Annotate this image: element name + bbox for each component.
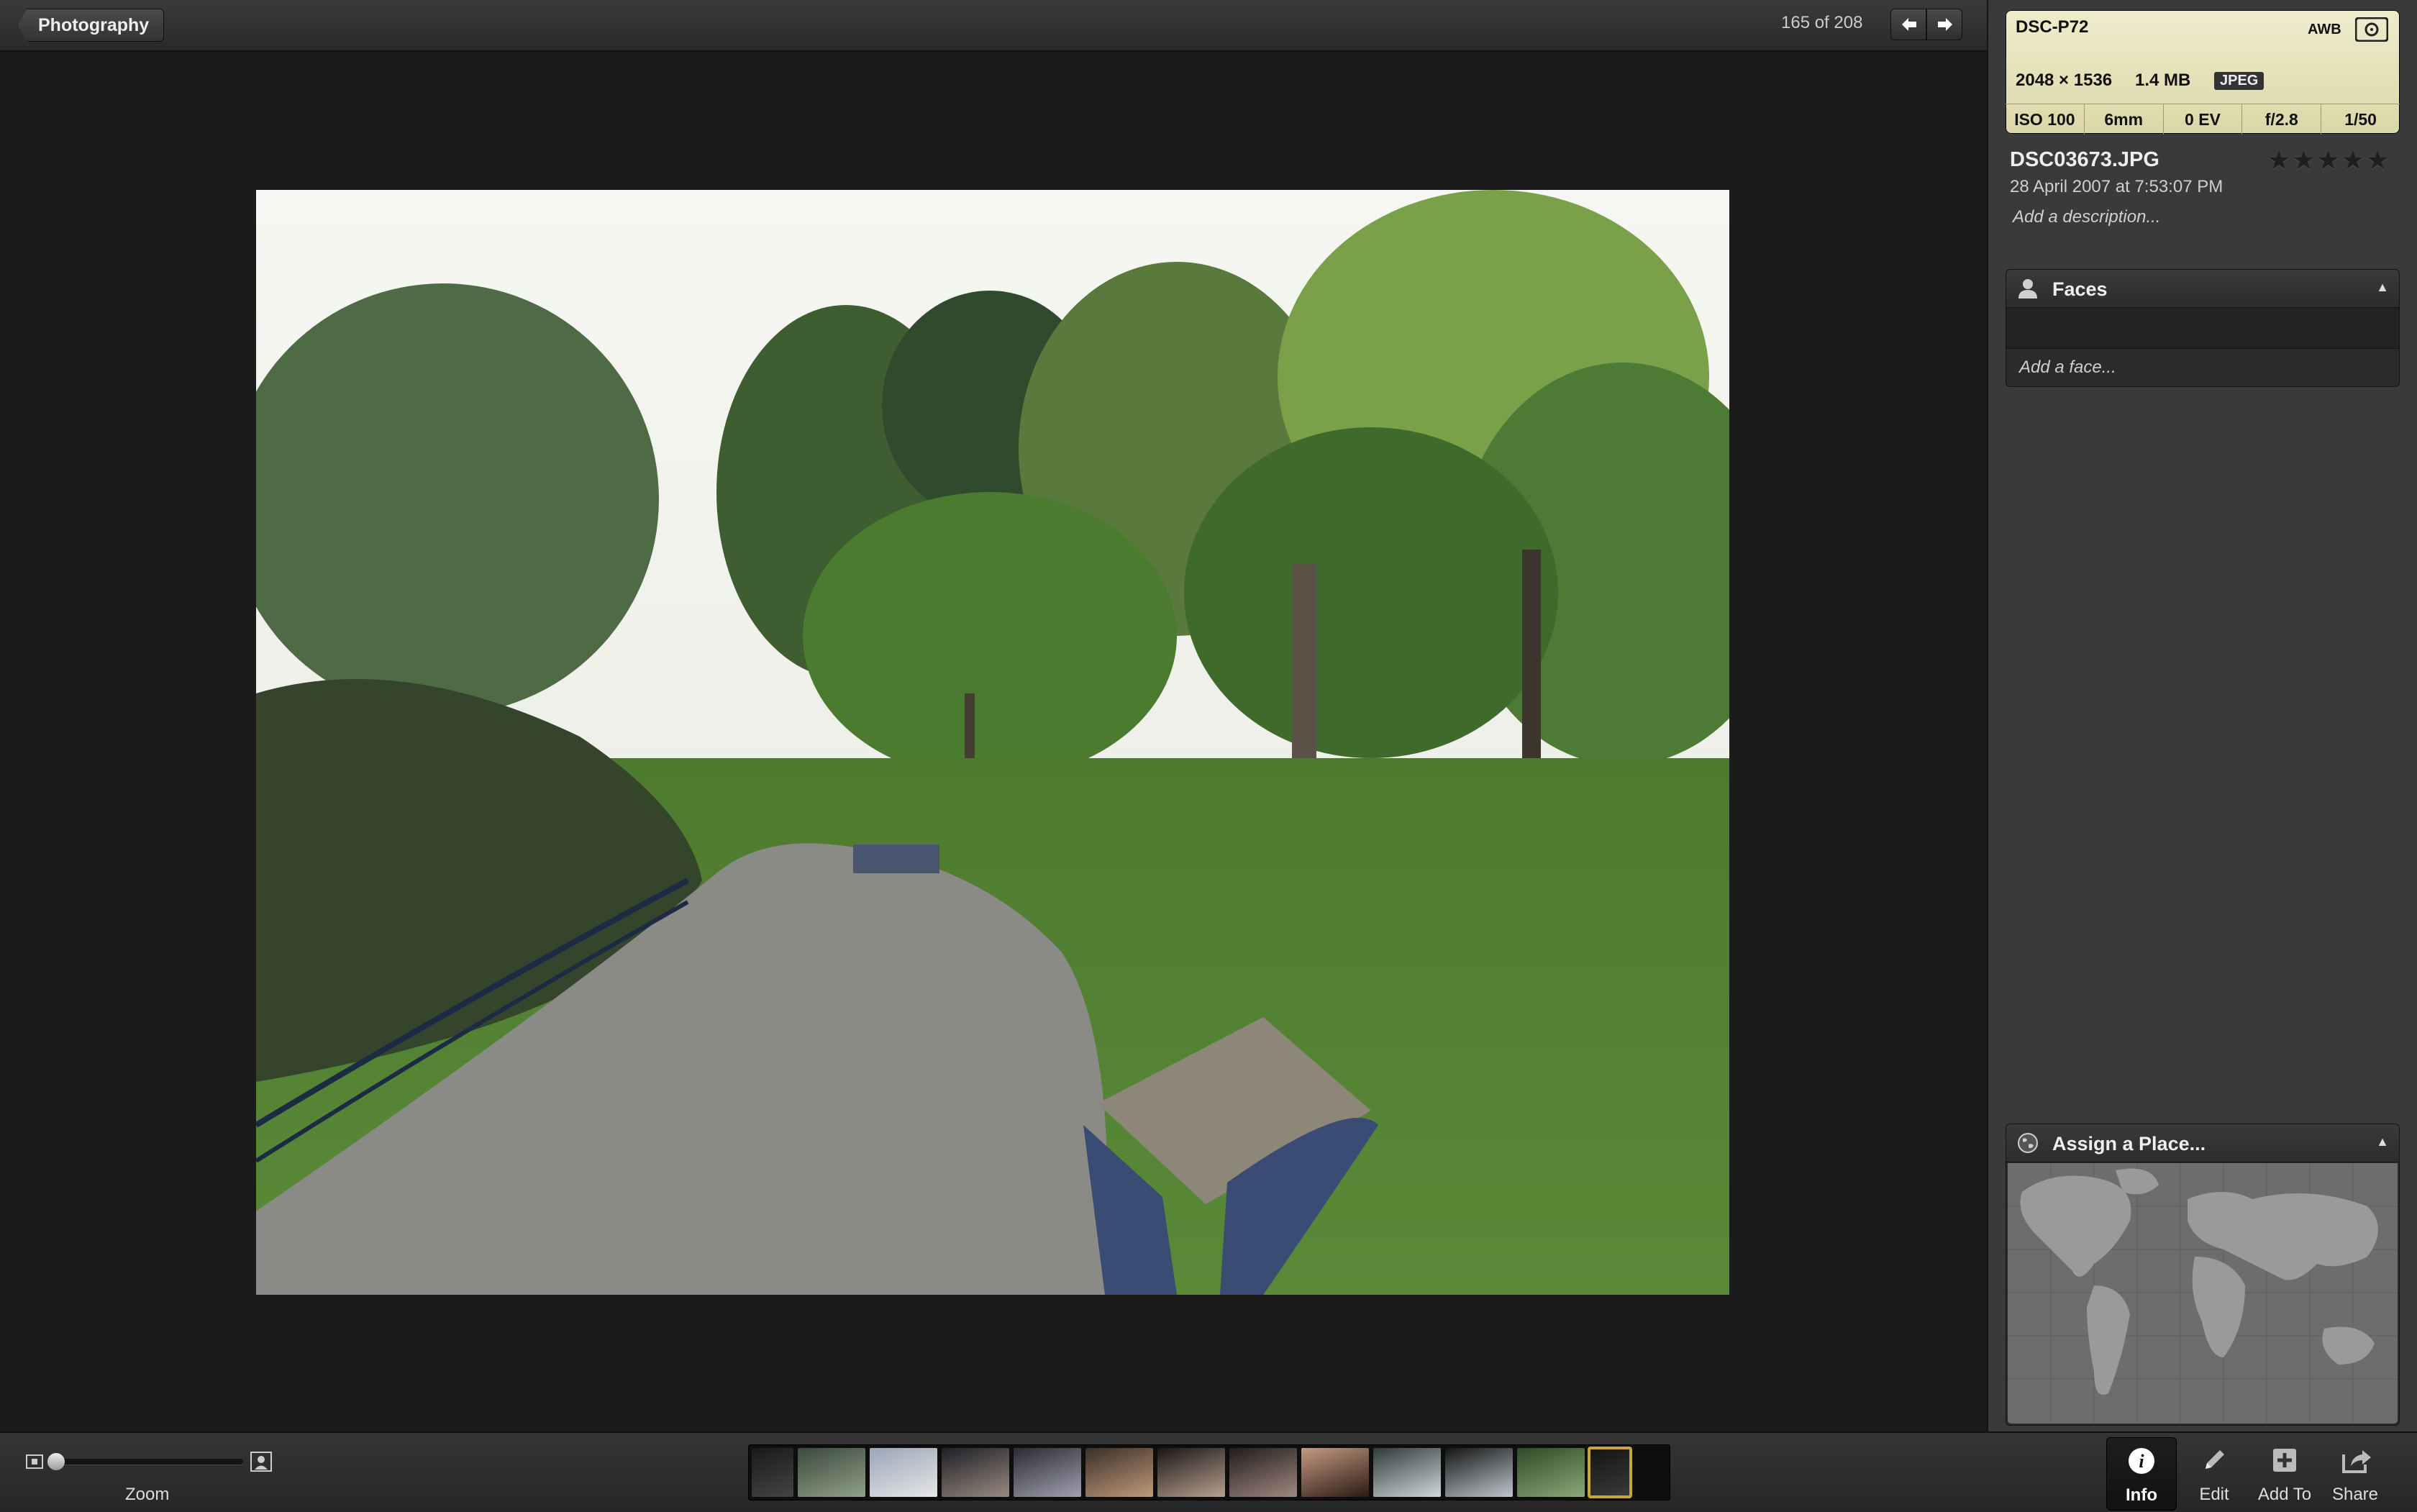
iso-value: ISO 100 [2006, 104, 2085, 135]
collapse-caret-icon[interactable]: ▲ [2376, 1134, 2389, 1149]
filmstrip-thumbnail[interactable] [1517, 1448, 1585, 1497]
next-photo-button[interactable] [1926, 9, 1962, 40]
photo-filename[interactable]: DSC03673.JPG [2010, 148, 2159, 172]
exposure-bias-value: 0 EV [2164, 104, 2243, 135]
collapse-caret-icon[interactable]: ▲ [2376, 280, 2389, 295]
photo-counter: 165 of 208 [1781, 13, 1863, 32]
file-size: 1.4 MB [2135, 70, 2191, 90]
aperture-value: f/2.8 [2242, 104, 2322, 135]
photo-viewer [0, 52, 1987, 1431]
exif-card: DSC-P72 AWB 2048 × 1536 1.4 MB JPEG ISO … [2006, 10, 2400, 135]
places-section: Assign a Place... ▲ [2006, 1124, 2400, 1426]
filmstrip-thumbnail[interactable] [1445, 1448, 1513, 1497]
world-map[interactable] [2008, 1163, 2398, 1424]
focal-length-value: 6mm [2085, 104, 2164, 135]
bottom-toolbar: Zoom i Info Edit Add To Share [0, 1431, 2417, 1512]
globe-icon [2018, 1133, 2038, 1153]
arrow-right-icon [1938, 18, 1952, 31]
main-photo[interactable] [256, 190, 1729, 1295]
back-to-album-button[interactable]: Photography [17, 9, 165, 42]
info-button[interactable]: i Info [2106, 1437, 2177, 1511]
person-icon [2018, 279, 2037, 299]
places-header[interactable]: Assign a Place... ▲ [2006, 1124, 2399, 1162]
description-field[interactable]: Add a description... [2013, 207, 2160, 227]
zoom-label: Zoom [125, 1485, 170, 1504]
filmstrip[interactable] [748, 1444, 1670, 1500]
zoom-out-icon[interactable] [26, 1454, 43, 1469]
filmstrip-thumbnail[interactable] [752, 1448, 793, 1497]
zoom-slider-knob[interactable] [47, 1453, 65, 1470]
filmstrip-thumbnail[interactable] [1229, 1448, 1297, 1497]
share-icon [2342, 1450, 2371, 1473]
filmstrip-thumbnail[interactable] [942, 1448, 1009, 1497]
shutter-speed-value: 1/50 [2344, 110, 2377, 129]
share-label: Share [2331, 1485, 2379, 1504]
faces-header[interactable]: Faces ▲ [2006, 270, 2399, 308]
info-icon: i [2129, 1448, 2154, 1474]
pencil-icon [2206, 1450, 2224, 1469]
info-label: Info [2126, 1485, 2157, 1505]
edit-label: Edit [2199, 1485, 2229, 1504]
arrow-left-icon [1902, 18, 1916, 31]
exif-settings-row: ISO 100 6mm 0 EV f/2.8 1/50 [2006, 104, 2400, 135]
star-rating[interactable]: ★★★★★ [2267, 145, 2390, 176]
filmstrip-thumbnail[interactable] [1085, 1448, 1153, 1497]
add-icon [2273, 1449, 2296, 1472]
filmstrip-thumbnail[interactable] [1301, 1448, 1369, 1497]
zoom-slider[interactable] [50, 1459, 243, 1465]
faces-list [2006, 308, 2399, 349]
edit-button[interactable]: Edit [2180, 1437, 2249, 1509]
filmstrip-thumbnail[interactable] [798, 1448, 865, 1497]
info-panel: DSC-P72 AWB 2048 × 1536 1.4 MB JPEG ISO … [1987, 0, 2417, 1431]
add-face-field[interactable]: Add a face... [2019, 357, 2116, 378]
faces-section: Faces ▲ Add a face... [2006, 269, 2400, 387]
filmstrip-thumbnail[interactable] [1373, 1448, 1441, 1497]
white-balance: AWB [2308, 22, 2341, 37]
assign-place-title: Assign a Place... [2052, 1133, 2206, 1155]
filmstrip-thumbnail[interactable] [870, 1448, 937, 1497]
metering-icon [2355, 17, 2388, 42]
svg-text:i: i [2139, 1451, 2144, 1472]
faces-title: Faces [2052, 278, 2108, 300]
camera-model: DSC-P72 [2016, 17, 2089, 37]
share-button[interactable]: Share [2321, 1437, 2390, 1509]
filmstrip-thumbnail[interactable] [1014, 1448, 1081, 1497]
filmstrip-thumbnail[interactable] [1588, 1447, 1632, 1498]
zoom-in-icon[interactable] [250, 1452, 272, 1472]
image-dimensions: 2048 × 1536 [2016, 70, 2113, 90]
filmstrip-thumbnail[interactable] [1157, 1448, 1225, 1497]
top-toolbar: Photography 165 of 208 [0, 0, 1987, 52]
add-to-button[interactable]: Add To [2250, 1437, 2319, 1509]
photo-datetime[interactable]: 28 April 2007 at 7:53:07 PM [2010, 177, 2223, 197]
add-to-label: Add To [2257, 1485, 2312, 1504]
format-badge: JPEG [2214, 72, 2264, 90]
previous-photo-button[interactable] [1890, 9, 1926, 40]
